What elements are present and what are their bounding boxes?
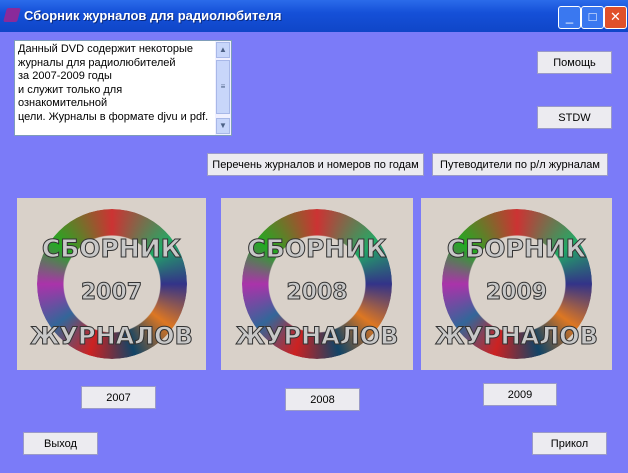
description-text: Данный DVD содержит некоторые журналы дл… bbox=[18, 43, 213, 124]
memo-line: ознакомительной bbox=[18, 97, 108, 109]
joke-button[interactable]: Прикол bbox=[532, 432, 607, 455]
memo-line: цели. Журналы в формате djvu и pdf. bbox=[18, 110, 209, 123]
cover-2007[interactable]: СБОРНИК 2007 ЖУРНАЛОВ bbox=[17, 198, 206, 370]
scroll-down-icon[interactable]: ▼ bbox=[216, 118, 230, 134]
year-2009-button[interactable]: 2009 bbox=[483, 383, 557, 406]
year-2008-button[interactable]: 2008 bbox=[285, 388, 360, 411]
cover-subtitle: ЖУРНАЛОВ bbox=[235, 322, 399, 351]
scroll-thumb[interactable]: ≡ bbox=[216, 60, 230, 114]
cover-year: 2007 bbox=[80, 280, 143, 306]
maximize-button[interactable]: □ bbox=[581, 6, 604, 29]
cover-year: 2009 bbox=[485, 280, 548, 306]
memo-line: журналы для радиолюбителей bbox=[18, 56, 176, 69]
memo-line: и служит только для bbox=[18, 83, 123, 96]
scroll-up-icon[interactable]: ▲ bbox=[216, 42, 230, 58]
app-book-icon bbox=[3, 8, 21, 22]
minimize-button[interactable]: _ bbox=[558, 6, 581, 29]
window-title: Сборник журналов для радиолюбителя bbox=[24, 8, 282, 23]
exit-button[interactable]: Выход bbox=[23, 432, 98, 455]
cover-title: СБОРНИК bbox=[446, 234, 587, 264]
cover-year: 2008 bbox=[286, 280, 348, 306]
cover-title: СБОРНИК bbox=[247, 234, 387, 264]
close-button[interactable]: ✕ bbox=[604, 6, 627, 29]
help-button[interactable]: Помощь bbox=[537, 51, 612, 74]
description-memo[interactable]: Данный DVD содержит некоторые журналы дл… bbox=[14, 40, 232, 136]
memo-line: за 2007-2009 годы bbox=[18, 70, 112, 82]
year-2007-button[interactable]: 2007 bbox=[81, 386, 156, 409]
cover-subtitle: ЖУРНАЛОВ bbox=[30, 322, 194, 351]
memo-scrollbar[interactable]: ▲ ≡ ▼ bbox=[215, 41, 231, 135]
cover-2008[interactable]: СБОРНИК 2008 ЖУРНАЛОВ bbox=[221, 198, 413, 370]
journal-list-button[interactable]: Перечень журналов и номеров по годам bbox=[207, 153, 424, 176]
title-bar[interactable]: Сборник журналов для радиолюбителя _ □ ✕ bbox=[0, 0, 628, 32]
main-window: Сборник журналов для радиолюбителя _ □ ✕… bbox=[0, 0, 628, 473]
cover-title: СБОРНИК bbox=[41, 234, 182, 264]
stdw-button[interactable]: STDW bbox=[537, 106, 612, 129]
memo-line: Данный DVD содержит некоторые bbox=[18, 43, 194, 55]
guides-button[interactable]: Путеводители по р/л журналам bbox=[432, 153, 608, 176]
cover-2009[interactable]: СБОРНИК 2009 ЖУРНАЛОВ bbox=[421, 198, 612, 370]
cover-subtitle: ЖУРНАЛОВ bbox=[435, 322, 599, 351]
